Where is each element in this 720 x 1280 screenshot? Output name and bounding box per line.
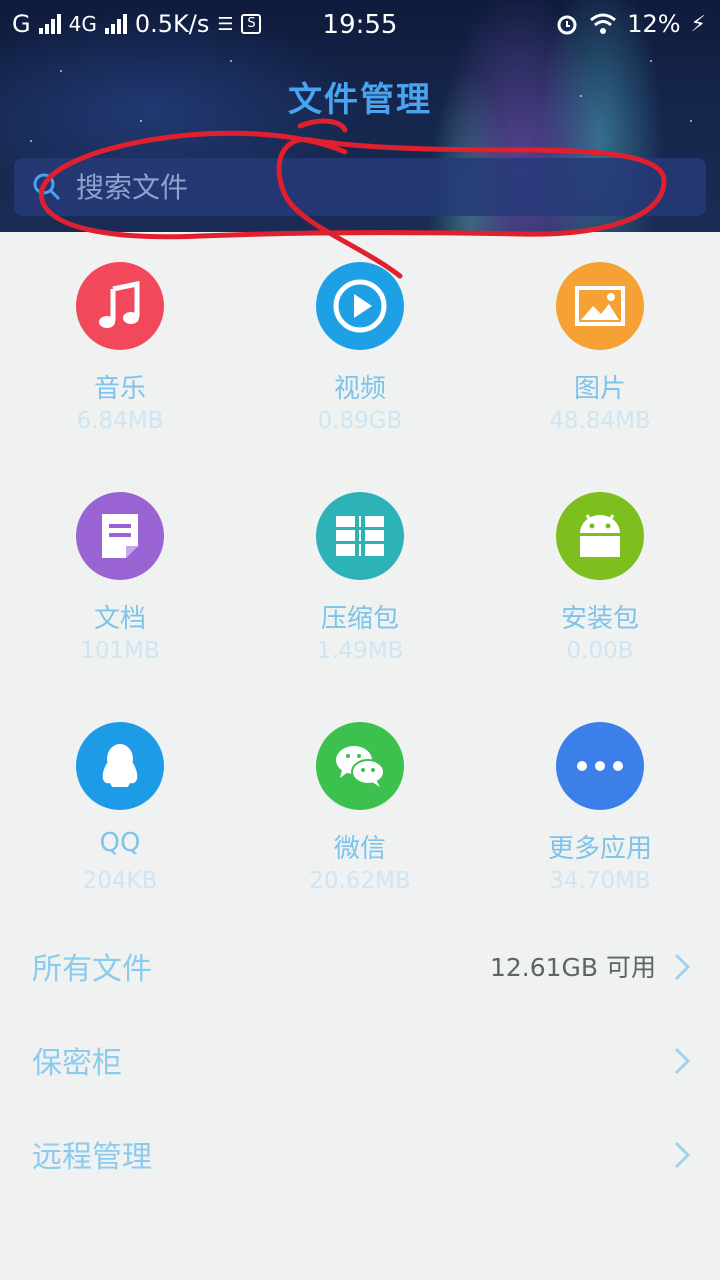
search-bar[interactable]	[14, 158, 706, 216]
category-archives[interactable]: 压缩包 1.49MB	[240, 462, 480, 692]
category-name: 视频	[333, 374, 386, 404]
document-icon	[76, 492, 164, 580]
page-title: 文件管理	[288, 80, 432, 120]
list-item-label: 远程管理	[32, 1140, 152, 1175]
video-play-icon	[316, 262, 404, 350]
list-item-label: 所有文件	[32, 952, 152, 987]
category-music[interactable]: 音乐 6.84MB	[0, 232, 240, 462]
category-apks[interactable]: 安装包 0.00B	[480, 462, 720, 692]
category-qq[interactable]: QQ 204KB	[0, 692, 240, 922]
category-name: 压缩包	[320, 604, 399, 634]
list-item-label: 保密柜	[32, 1046, 122, 1081]
music-icon	[76, 262, 164, 350]
category-documents[interactable]: 文档 101MB	[0, 462, 240, 692]
category-name: QQ	[99, 828, 141, 858]
category-size: 48.84MB	[549, 408, 651, 434]
free-space-value: 12.61GB 可用	[489, 953, 656, 982]
category-name: 图片	[573, 374, 626, 404]
category-wechat[interactable]: 微信 20.62MB	[240, 692, 480, 922]
chevron-right-icon	[674, 953, 691, 981]
status-bar: G 4G 0.5K/s ☰ S 19:55 12% ⚡	[0, 0, 720, 48]
category-size: 0.89GB	[317, 408, 403, 434]
list-item-all-files[interactable]: 所有文件 12.61GB 可用	[0, 920, 720, 1014]
alarm-icon	[557, 15, 577, 35]
image-icon	[556, 262, 644, 350]
battery-percent: 12%	[627, 10, 681, 38]
category-video[interactable]: 视频 0.89GB	[240, 232, 480, 462]
wifi-icon	[590, 13, 617, 34]
archive-icon	[316, 492, 404, 580]
category-name: 微信	[333, 834, 386, 864]
chevron-right-icon	[674, 1047, 691, 1075]
category-size: 0.00B	[566, 638, 634, 664]
category-images[interactable]: 图片 48.84MB	[480, 232, 720, 462]
category-name: 文档	[93, 604, 146, 634]
category-name: 安装包	[560, 604, 639, 634]
qq-penguin-icon	[76, 722, 164, 810]
android-icon	[556, 492, 644, 580]
category-size: 1.49MB	[316, 638, 404, 664]
category-size: 101MB	[80, 638, 160, 664]
list-item-remote-management[interactable]: 远程管理	[0, 1108, 720, 1202]
search-input[interactable]	[76, 166, 676, 208]
search-icon	[33, 173, 61, 201]
category-name: 更多应用	[547, 834, 652, 864]
more-dots-icon	[556, 722, 644, 810]
category-size: 6.84MB	[76, 408, 164, 434]
category-size: 204KB	[82, 868, 158, 894]
wechat-icon	[316, 722, 404, 810]
category-name: 音乐	[93, 374, 146, 404]
header-banner: G 4G 0.5K/s ☰ S 19:55 12% ⚡ 文件管理	[0, 0, 720, 232]
category-more-apps[interactable]: 更多应用 34.70MB	[480, 692, 720, 922]
list-item-safe-box[interactable]: 保密柜	[0, 1014, 720, 1108]
chevron-right-icon	[674, 1141, 691, 1169]
category-size: 20.62MB	[309, 868, 411, 894]
category-size: 34.70MB	[549, 868, 651, 894]
charging-icon: ⚡	[690, 11, 706, 37]
